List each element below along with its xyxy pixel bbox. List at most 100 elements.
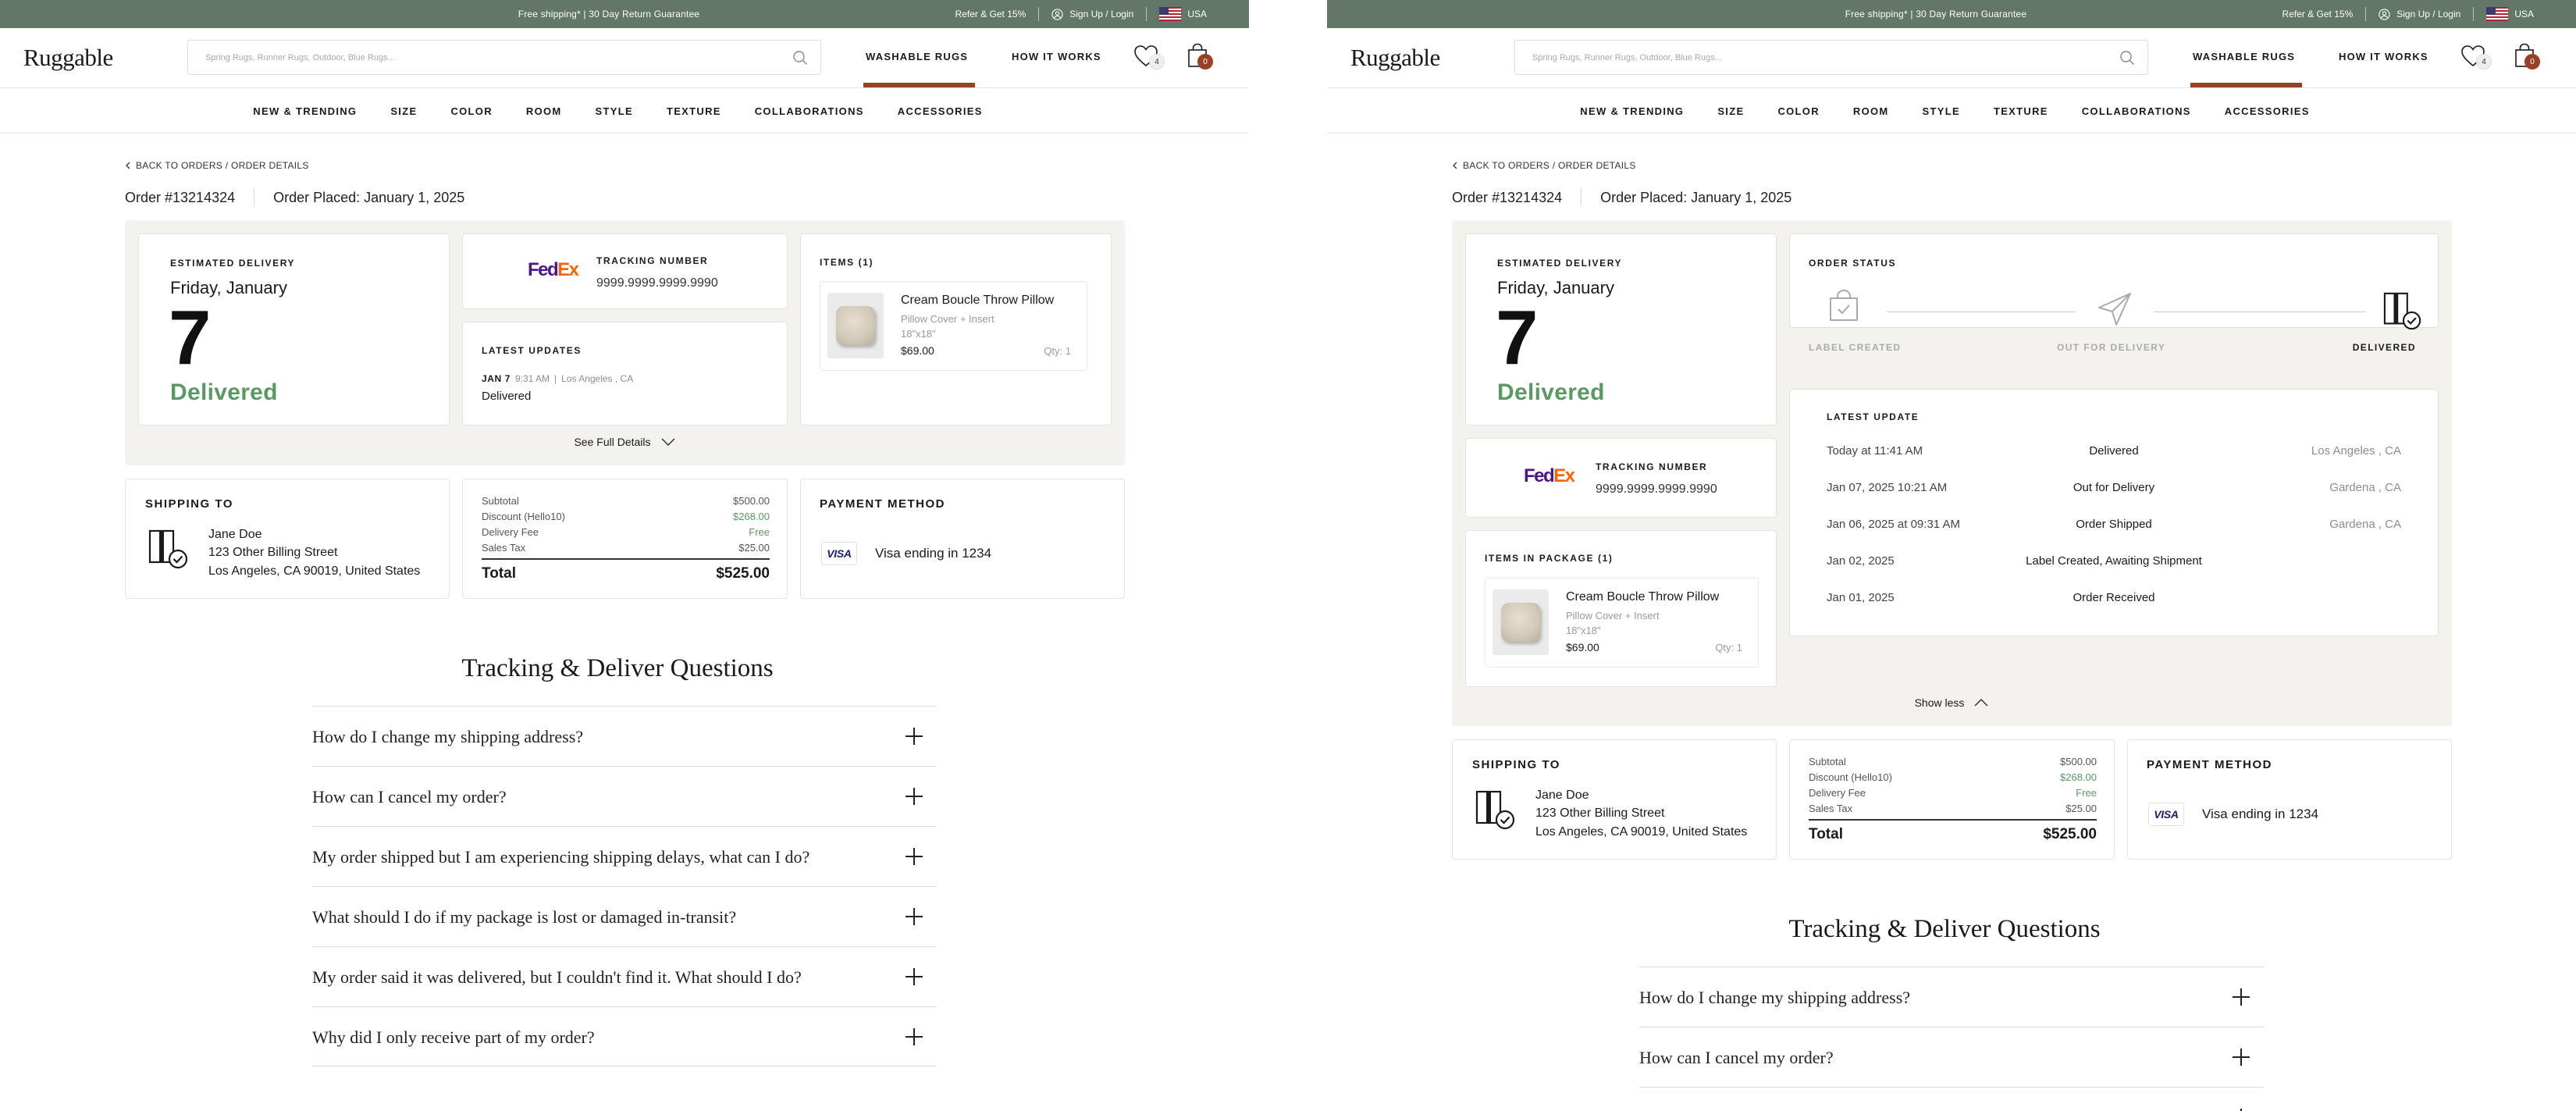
signup-link[interactable]: Sign Up / Login [2365, 7, 2473, 21]
faq-item[interactable]: My order said it was delivered, but I co… [312, 946, 937, 1006]
item-qty: Qty: 1 [1715, 642, 1742, 653]
how-it-works-link[interactable]: HOW IT WORKS [2339, 51, 2428, 62]
item-row[interactable]: Cream Boucle Throw Pillow Pillow Cover +… [1485, 578, 1759, 668]
tracking-number[interactable]: 9999.9999.9999.9990 [1596, 483, 1717, 497]
faq-item[interactable]: How do I change my shipping address? [1639, 967, 2264, 1027]
nav-size[interactable]: SIZE [390, 105, 417, 117]
faq-list: How do I change my shipping address? How… [1639, 967, 2264, 1111]
how-it-works-link[interactable]: HOW IT WORKS [1012, 51, 1101, 62]
faq-item[interactable]: Why did I only receive part of my order? [312, 1006, 937, 1066]
total-row: Total $525.00 [482, 565, 770, 582]
signup-link[interactable]: Sign Up / Login [1038, 7, 1146, 21]
back-to-orders-link[interactable]: BACK TO ORDERS / ORDER DETAILS [1452, 160, 1636, 171]
ruggable-logo[interactable]: Ruggable [23, 44, 113, 72]
fedex-logo: FedEx [1524, 465, 1575, 486]
payment-method-card: PAYMENT METHOD VISA Visa ending in 1234 [800, 479, 1125, 599]
tracking-number[interactable]: 9999.9999.9999.9990 [596, 276, 718, 290]
payment-text: Visa ending in 1234 [2202, 807, 2319, 821]
search-box[interactable] [187, 40, 821, 75]
nav-room[interactable]: ROOM [526, 105, 562, 117]
search-input[interactable] [188, 41, 820, 74]
search-box[interactable] [1514, 40, 2148, 75]
visa-card-icon: VISA [821, 542, 857, 565]
ruggable-logo[interactable]: Ruggable [1350, 44, 1440, 72]
nav-new-trending[interactable]: NEW & TRENDING [1580, 105, 1684, 117]
item-qty: Qty: 1 [1044, 345, 1071, 357]
faq-item[interactable]: How do I change my shipping address? [312, 706, 937, 766]
items-card: ITEMS (1) Cream Boucle Throw Pillow Pill… [800, 233, 1112, 426]
plus-icon[interactable] [906, 728, 923, 745]
ship-name: Jane Doe [1535, 789, 1589, 802]
washable-rugs-link[interactable]: WASHABLE RUGS [866, 51, 968, 62]
country-selector[interactable]: USA [1146, 7, 1219, 21]
plus-icon[interactable] [906, 1028, 923, 1045]
wishlist-button[interactable]: 4 [1133, 45, 1165, 72]
faq-list: How do I change my shipping address? How… [312, 706, 937, 1066]
washable-rugs-link[interactable]: WASHABLE RUGS [2193, 51, 2295, 62]
nav-accessories[interactable]: ACCESSORIES [898, 105, 983, 117]
search-icon[interactable] [2119, 50, 2135, 66]
order-placed-date: Order Placed: January 1, 2025 [1600, 189, 1792, 205]
cart-badge: 0 [2524, 54, 2540, 69]
item-name: Cream Boucle Throw Pillow [901, 294, 1055, 307]
nav-collaborations[interactable]: COLLABORATIONS [755, 105, 864, 117]
tracking-number-label: TRACKING NUMBER [1596, 461, 1708, 472]
plus-icon[interactable] [906, 848, 923, 865]
nav-texture[interactable]: TEXTURE [1994, 105, 2048, 117]
plus-icon[interactable] [906, 788, 923, 805]
update-row: Jan 02, 2025 Label Created, Awaiting Ship… [1827, 554, 2202, 568]
nav-room[interactable]: ROOM [1853, 105, 1889, 117]
us-flag-icon [1159, 7, 1182, 21]
plus-icon[interactable] [2233, 1049, 2250, 1066]
faq-item[interactable]: My order shipped but I am experiencing s… [1639, 1087, 2264, 1111]
order-summary-panel: ESTIMATED DELIVERY Friday, January 7 Del… [125, 220, 1125, 465]
refer-link[interactable]: Refer & Get 15% [2270, 7, 2366, 21]
country-selector[interactable]: USA [2473, 7, 2546, 21]
nav-style[interactable]: STYLE [1923, 105, 1960, 117]
chevron-up-icon [1974, 698, 1988, 707]
nav-style[interactable]: STYLE [596, 105, 633, 117]
payment-text: Visa ending in 1234 [875, 546, 992, 561]
divider [1581, 188, 1582, 207]
plus-icon[interactable] [906, 968, 923, 985]
cart-button[interactable]: 0 [1187, 43, 1213, 72]
items-in-package-label: ITEMS IN PACKAGE (1) [1485, 553, 1614, 564]
nav-new-trending[interactable]: NEW & TRENDING [253, 105, 357, 117]
tracking-card: FedEx TRACKING NUMBER 9999.9999.9999.999… [1465, 438, 1777, 518]
search-input[interactable] [1515, 41, 2147, 74]
nav-color[interactable]: COLOR [1777, 105, 1819, 117]
order-placed-date: Order Placed: January 1, 2025 [273, 189, 465, 205]
payment-method-label: PAYMENT METHOD [2147, 758, 2273, 771]
nav-color[interactable]: COLOR [450, 105, 492, 117]
faq-item[interactable]: What should I do if my package is lost o… [312, 886, 937, 946]
package-check-icon [148, 529, 188, 569]
back-to-orders-link[interactable]: BACK TO ORDERS / ORDER DETAILS [125, 160, 309, 171]
nav-size[interactable]: SIZE [1717, 105, 1744, 117]
main-header: Ruggable WASHABLE RUGS HOW IT WORKS 4 0 [0, 28, 1249, 88]
active-nav-underline [863, 83, 975, 87]
faq-item[interactable]: How can I cancel my order? [1639, 1027, 2264, 1087]
update-row: Jan 06, 2025 at 09:31 AM Order Shipped Gar… [1827, 518, 2401, 531]
show-less-button[interactable]: Show less [1452, 696, 2452, 709]
update-row: Today at 11:41 AM Delivered Los Angeles , … [1827, 444, 2401, 458]
see-full-details-button[interactable]: See Full Details [125, 436, 1125, 448]
step-out-for-delivery: OUT FOR DELIVERY [2057, 342, 2166, 353]
plus-icon[interactable] [2233, 988, 2250, 1006]
refer-link[interactable]: Refer & Get 15% [943, 7, 1039, 21]
nav-texture[interactable]: TEXTURE [667, 105, 721, 117]
order-status-card: ORDER STATUS LABEL CREATED OUT FOR DELIV… [1789, 233, 2439, 353]
nav-accessories[interactable]: ACCESSORIES [2225, 105, 2310, 117]
faq-item[interactable]: My order shipped but I am experiencing s… [312, 826, 937, 886]
latest-update-status: Delivered [482, 390, 532, 403]
plus-icon[interactable] [906, 908, 923, 925]
nav-collaborations[interactable]: COLLABORATIONS [2082, 105, 2191, 117]
latest-update-card: LATEST UPDATE Today at 11:41 AM Delivered… [1789, 389, 2439, 636]
faq-item[interactable]: How can I cancel my order? [312, 766, 937, 826]
order-page-collapsed: Free shipping* | 30 Day Return Guarantee… [0, 0, 1249, 1111]
item-row[interactable]: Cream Boucle Throw Pillow Pillow Cover +… [820, 281, 1087, 371]
step-label-created: LABEL CREATED [1809, 342, 1902, 353]
cart-button[interactable]: 0 [2514, 43, 2540, 72]
search-icon[interactable] [792, 50, 808, 66]
user-icon [2379, 8, 2390, 20]
wishlist-button[interactable]: 4 [2460, 45, 2492, 72]
